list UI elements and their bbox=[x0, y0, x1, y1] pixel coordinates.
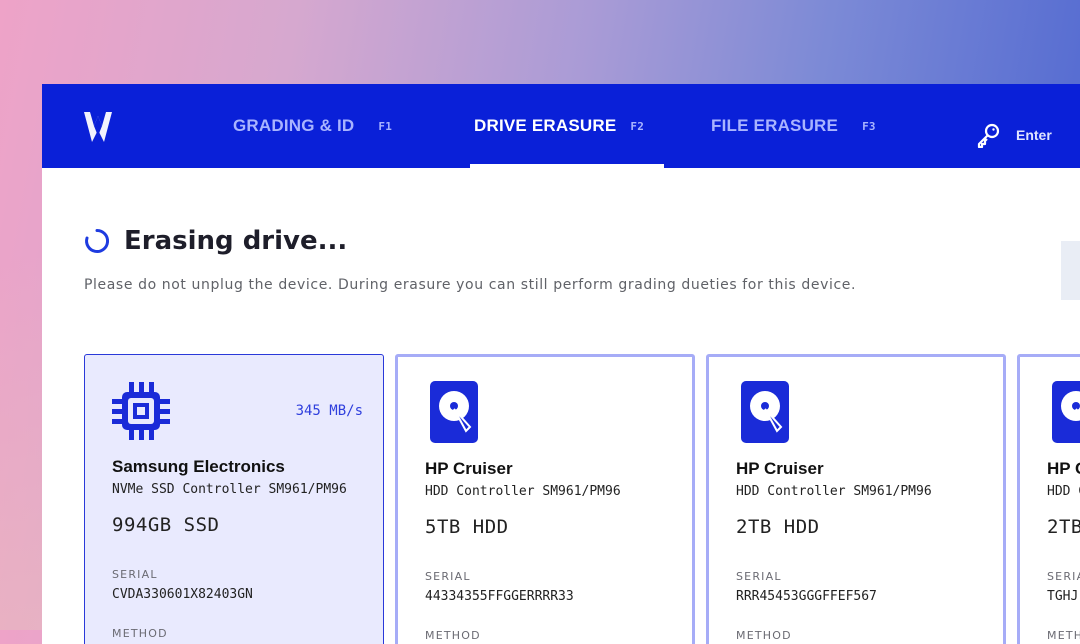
method-label: METHOD bbox=[736, 629, 792, 642]
serial-value: RRR45453GGGFFEF567 bbox=[736, 589, 877, 604]
login-button[interactable]: Enter bbox=[976, 122, 1052, 148]
drive-capacity: 5TB HDD bbox=[425, 516, 509, 538]
tab-shortcut-key: F1 bbox=[378, 119, 393, 133]
logo-icon bbox=[84, 112, 112, 142]
status-subtitle: Please do not unplug the device. During … bbox=[84, 277, 857, 293]
hard-drive-icon bbox=[741, 381, 789, 443]
key-icon bbox=[977, 123, 1000, 148]
cpu-chip-icon bbox=[112, 382, 170, 440]
drive-card[interactable]: HP Cruiser HDD Controller SM961/PM96 5TB… bbox=[395, 354, 695, 644]
serial-value: CVDA330601X82403GN bbox=[112, 587, 253, 602]
drive-brand: HP Cruiser bbox=[425, 459, 513, 478]
tab-shortcut-key: F2 bbox=[630, 119, 645, 133]
drive-card[interactable]: HP Cruiser HDD Controller SM961/PM96 2TB… bbox=[1017, 354, 1080, 644]
drive-model: HDD Controller SM961/PM96 bbox=[1047, 484, 1080, 499]
top-navigation-bar: GRADING & ID F1 DRIVE ERASURE F2 FILE ER… bbox=[42, 84, 1080, 168]
drive-card[interactable]: 345 MB/s Samsung Electronics NVMe SSD Co… bbox=[84, 354, 384, 644]
app-window: GRADING & ID F1 DRIVE ERASURE F2 FILE ER… bbox=[42, 84, 1080, 644]
drive-model: NVMe SSD Controller SM961/PM96 bbox=[112, 482, 347, 497]
method-label: METHOD bbox=[112, 627, 168, 640]
erasure-status: Erasing drive... bbox=[84, 226, 347, 256]
tab-label: DRIVE ERASURE bbox=[474, 116, 617, 135]
tab-drive-erasure[interactable]: DRIVE ERASURE F2 bbox=[474, 84, 644, 168]
drive-capacity: 994GB SSD bbox=[112, 514, 220, 536]
side-panel-button[interactable] bbox=[1061, 241, 1080, 300]
active-tab-indicator bbox=[470, 164, 664, 168]
drive-model: HDD Controller SM961/PM96 bbox=[425, 484, 621, 499]
serial-label: SERIAL bbox=[1047, 570, 1080, 583]
tab-file-erasure[interactable]: FILE ERASURE F3 bbox=[711, 84, 876, 168]
login-label: Enter bbox=[1016, 127, 1052, 143]
tab-label: FILE ERASURE bbox=[711, 116, 839, 135]
status-title: Erasing drive... bbox=[124, 226, 348, 256]
serial-value: 44334355FFGGERRRR33 bbox=[425, 589, 574, 604]
drive-brand: HP Cruiser bbox=[736, 459, 824, 478]
serial-label: SERIAL bbox=[112, 568, 158, 581]
drive-brand: Samsung Electronics bbox=[112, 457, 285, 476]
tab-grading-id[interactable]: GRADING & ID F1 bbox=[233, 84, 392, 168]
tab-shortcut-key: F3 bbox=[862, 119, 876, 133]
tab-label: GRADING & ID bbox=[233, 116, 355, 135]
drive-capacity: 2TB HDD bbox=[1047, 516, 1080, 538]
hard-drive-icon bbox=[430, 381, 478, 443]
method-label: METHOD bbox=[425, 629, 481, 642]
serial-label: SERIAL bbox=[736, 570, 782, 583]
drive-model: HDD Controller SM961/PM96 bbox=[736, 484, 932, 499]
serial-label: SERIAL bbox=[425, 570, 471, 583]
method-label: METHOD bbox=[1047, 629, 1080, 642]
serial-value: TGHJ bbox=[1047, 589, 1079, 604]
hard-drive-icon bbox=[1052, 381, 1080, 443]
drive-brand: HP Cruiser bbox=[1047, 459, 1080, 478]
drive-capacity: 2TB HDD bbox=[736, 516, 820, 538]
erasure-speed: 345 MB/s bbox=[295, 403, 363, 419]
drive-card[interactable]: HP Cruiser HDD Controller SM961/PM96 2TB… bbox=[706, 354, 1006, 644]
spinner-icon bbox=[85, 228, 110, 253]
